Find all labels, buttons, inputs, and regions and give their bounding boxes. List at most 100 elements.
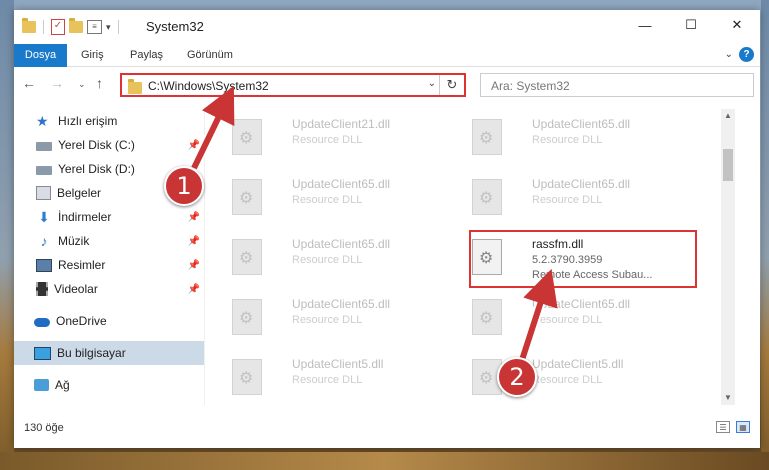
- document-icon: [36, 186, 51, 200]
- sidebar-item-label: Hızlı erişim: [58, 114, 118, 128]
- pictures-icon: [36, 258, 52, 272]
- sidebar-item-network[interactable]: Ağ: [14, 373, 204, 397]
- annotation-badge-2: 2: [497, 357, 537, 397]
- close-button[interactable]: ✕: [714, 10, 760, 40]
- sidebar-item-pictures[interactable]: Resimler 📌: [14, 253, 204, 277]
- pin-icon[interactable]: 📌: [188, 236, 200, 247]
- music-icon: ♪: [40, 233, 48, 249]
- search-placeholder: Ara: System32: [491, 79, 570, 93]
- sidebar-item-label: Müzik: [58, 234, 90, 248]
- file-description: Resource DLL: [532, 374, 603, 386]
- dll-file-icon: [232, 119, 262, 155]
- expand-ribbon-chevron-icon[interactable]: ⌄: [725, 49, 733, 60]
- file-name: UpdateClient21.dll: [292, 117, 391, 131]
- list-item[interactable]: UpdateClient5.dll Resource DLL: [226, 353, 456, 401]
- view-toggle: ☰ ▦: [716, 421, 750, 433]
- item-count: 130 öğe: [24, 422, 64, 434]
- scroll-down-icon[interactable]: ▼: [721, 391, 735, 405]
- tab-share[interactable]: Paylaş: [120, 44, 173, 66]
- new-folder-icon[interactable]: [69, 18, 83, 33]
- file-name: UpdateClient65.dll: [292, 297, 391, 311]
- explorer-window: ✓ ≡ ▾ System32 — ☐ ✕ Dosya Giriş Paylaş …: [14, 10, 760, 448]
- dll-file-icon: [232, 179, 262, 215]
- list-item[interactable]: UpdateClient65.dll Resource DLL: [226, 173, 456, 221]
- vertical-scrollbar[interactable]: ▲ ▼: [721, 109, 735, 405]
- minimize-button[interactable]: —: [622, 10, 668, 40]
- sidebar-item-onedrive[interactable]: OneDrive: [14, 309, 204, 333]
- sidebar-item-label: Belgeler: [57, 186, 102, 200]
- drive-icon: [36, 166, 52, 175]
- status-bar: 130 öğe ☰ ▦: [14, 418, 760, 440]
- file-description: Resource DLL: [292, 314, 363, 326]
- file-name: UpdateClient65.dll: [532, 177, 631, 191]
- list-item[interactable]: UpdateClient65.dll Resource DLL: [466, 293, 696, 341]
- tiles-view-icon[interactable]: ▦: [736, 421, 750, 433]
- file-description: Resource DLL: [292, 134, 363, 146]
- search-input[interactable]: Ara: System32: [480, 73, 754, 97]
- file-description: Resource DLL: [532, 134, 603, 146]
- sidebar-item-music[interactable]: ♪ Müzik 📌: [14, 229, 204, 253]
- navigation-pane: ★ Hızlı erişim Yerel Disk (C:) 📌 Yerel D…: [14, 107, 204, 405]
- pin-icon[interactable]: 📌: [188, 212, 200, 223]
- address-dropdown-chevron-icon[interactable]: ⌄: [428, 78, 436, 89]
- forward-arrow-icon[interactable]: →: [50, 75, 64, 91]
- sidebar-item-downloads[interactable]: ⬇ İndirmeler 📌: [14, 205, 204, 229]
- file-description: Resource DLL: [532, 194, 603, 206]
- customize-toolbar-chevron-icon[interactable]: ▾: [106, 22, 111, 33]
- dll-file-icon: [232, 359, 262, 395]
- file-name: UpdateClient65.dll: [532, 297, 631, 311]
- ribbon-tabs: Dosya Giriş Paylaş Görünüm ⌄ ?: [14, 44, 760, 92]
- pin-icon[interactable]: 📌: [188, 260, 200, 271]
- list-item[interactable]: UpdateClient65.dll Resource DLL: [226, 293, 456, 341]
- dll-file-icon: [472, 299, 502, 335]
- toolbar-divider: [117, 20, 119, 34]
- sidebar-item-label: OneDrive: [56, 314, 107, 328]
- tab-view[interactable]: Görünüm: [177, 44, 243, 66]
- download-icon: ⬇: [38, 209, 50, 225]
- sidebar-item-label: Yerel Disk (D:): [58, 162, 135, 176]
- dll-file-icon: [472, 119, 502, 155]
- maximize-button[interactable]: ☐: [668, 10, 714, 40]
- video-icon: [36, 282, 48, 296]
- list-item[interactable]: UpdateClient21.dll Resource DLL: [226, 113, 456, 161]
- sidebar-item-this-pc[interactable]: Bu bilgisayar: [14, 341, 204, 365]
- pane-divider[interactable]: [204, 107, 205, 405]
- recent-locations-chevron-icon[interactable]: ⌄: [78, 79, 86, 90]
- list-item[interactable]: UpdateClient65.dll Resource DLL: [466, 113, 696, 161]
- quick-access-toolbar: ✓ ≡ ▾: [22, 18, 122, 35]
- tab-home[interactable]: Giriş: [71, 44, 114, 66]
- back-arrow-icon[interactable]: ←: [22, 75, 36, 91]
- refresh-icon[interactable]: ↻: [439, 75, 464, 95]
- help-icon[interactable]: ?: [739, 47, 754, 62]
- address-bar[interactable]: C:\Windows\System32 ⌄ ↻: [120, 73, 466, 97]
- pin-icon[interactable]: 📌: [188, 140, 200, 151]
- properties-check-icon[interactable]: ✓: [51, 19, 65, 35]
- details-view-icon[interactable]: ☰: [716, 421, 730, 433]
- file-name: UpdateClient5.dll: [532, 357, 624, 371]
- file-description: Resource DLL: [292, 194, 363, 206]
- address-path: C:\Windows\System32: [148, 79, 269, 93]
- sidebar-item-quick-access[interactable]: ★ Hızlı erişim: [14, 109, 204, 133]
- file-name: UpdateClient5.dll: [292, 357, 384, 371]
- scroll-thumb[interactable]: [723, 149, 733, 181]
- sidebar-item-local-disk-c[interactable]: Yerel Disk (C:) 📌: [14, 133, 204, 157]
- sidebar-item-label: Yerel Disk (C:): [58, 138, 135, 152]
- desktop-background-bottom: [0, 452, 769, 470]
- network-icon: [34, 379, 49, 391]
- toolbar-divider: [43, 20, 44, 34]
- title-bar: ✓ ≡ ▾ System32 — ☐ ✕: [14, 10, 760, 44]
- pin-icon[interactable]: 📌: [188, 284, 200, 295]
- sidebar-item-videos[interactable]: Videolar 📌: [14, 277, 204, 301]
- file-name: UpdateClient65.dll: [292, 237, 391, 251]
- up-arrow-icon[interactable]: ↑: [96, 75, 103, 91]
- list-item[interactable]: UpdateClient65.dll Resource DLL: [466, 173, 696, 221]
- sidebar-item-label: Resimler: [58, 258, 106, 272]
- file-highlight-box: [469, 230, 697, 288]
- sidebar-item-label: İndirmeler: [58, 210, 112, 224]
- desktop-background-right: [761, 0, 769, 470]
- sidebar-item-label: Videolar: [54, 282, 98, 296]
- scroll-up-icon[interactable]: ▲: [721, 109, 735, 123]
- properties-icon[interactable]: ≡: [87, 20, 102, 34]
- window-controls: — ☐ ✕: [622, 10, 760, 40]
- list-item[interactable]: UpdateClient65.dll Resource DLL: [226, 233, 456, 281]
